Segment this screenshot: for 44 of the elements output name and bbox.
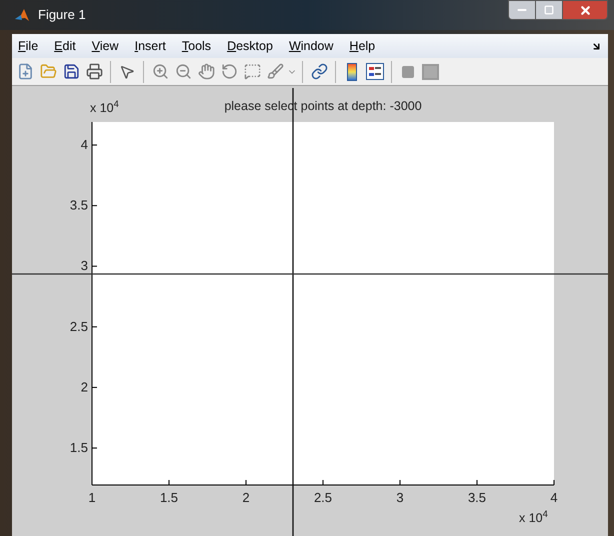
close-button[interactable] (562, 0, 608, 20)
show-plot-tools-icon[interactable] (422, 64, 439, 80)
menu-item[interactable]: Window (288, 36, 334, 56)
x-tick-label: 3.5 (468, 490, 486, 505)
y-tick-mark (92, 326, 98, 328)
y-tick-mark (92, 386, 98, 388)
y-tick-mark (92, 205, 98, 206)
y-tick-label: 4 (80, 137, 88, 152)
axis-multiplier-label: x 10$^{4}$ (519, 511, 548, 525)
y-tick-mark (92, 448, 98, 449)
axis-multiplier-label: x 10$^{4}$ (90, 101, 119, 115)
menu-item[interactable]: Tools (182, 36, 212, 56)
y-tick-label: 3 (80, 258, 88, 274)
menu-item[interactable]: Insert (134, 36, 166, 56)
maximize-button[interactable] (536, 0, 562, 20)
y-tick-mark (92, 144, 98, 146)
menu-item[interactable]: Edit (54, 36, 76, 56)
x-tick-label: 2 (242, 490, 250, 505)
x-tick-mark (322, 480, 324, 486)
x-tick-label: 4 (550, 490, 558, 505)
menu-item[interactable]: File (18, 36, 38, 56)
y-tick-label: 2 (80, 379, 88, 394)
minimize-button[interactable] (508, 0, 536, 20)
y-tick-label: 3.5 (70, 198, 88, 213)
maximize-icon (544, 5, 554, 15)
window-title: Figure 1 (38, 6, 86, 24)
app-logo-icon (14, 7, 30, 23)
y-tick-mark (92, 266, 98, 267)
x-tick-mark (476, 480, 478, 486)
dock-arrow-icon[interactable] (591, 40, 602, 52)
x-tick-label: 1.5 (160, 490, 178, 505)
menu-item[interactable]: View (92, 36, 119, 56)
legend-icon[interactable] (366, 63, 384, 80)
colorbar-icon[interactable] (347, 62, 357, 80)
hide-plot-tools-icon[interactable] (402, 66, 414, 78)
close-icon (578, 4, 592, 16)
x-tick-label: 2.5 (314, 490, 332, 505)
y-tick-label: 1.5 (70, 440, 88, 456)
x-tick-label: 1 (88, 490, 96, 505)
menu-item[interactable]: Help (349, 36, 376, 56)
x-tick-mark (168, 480, 170, 486)
menu-item[interactable]: Desktop (227, 36, 273, 56)
y-tick-label: 2.5 (70, 318, 88, 334)
x-tick-label: 3 (396, 490, 404, 505)
